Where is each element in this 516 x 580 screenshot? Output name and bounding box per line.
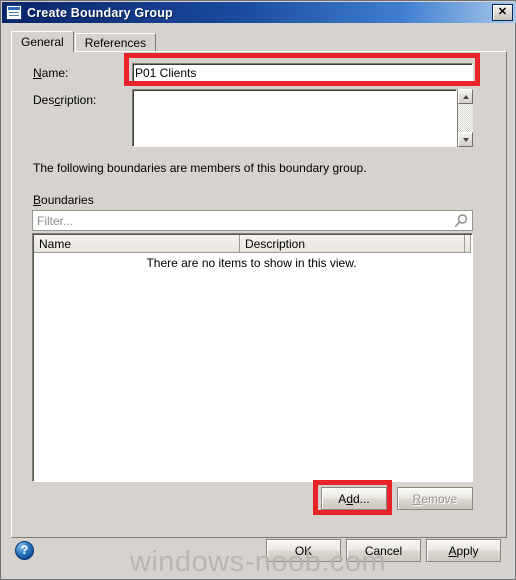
- remove-button: Remove: [397, 487, 473, 510]
- description-scrollbar[interactable]: [457, 89, 473, 147]
- remove-button-post: emove: [421, 491, 458, 506]
- column-header-name[interactable]: Name: [34, 235, 240, 253]
- tab-general-label: General: [21, 35, 64, 49]
- column-header-filler[interactable]: [465, 235, 471, 253]
- window-document-icon: [6, 5, 22, 20]
- add-button[interactable]: Ad d...: [321, 487, 387, 510]
- remove-button-accel: R: [412, 491, 422, 506]
- close-icon[interactable]: ✕: [492, 4, 513, 21]
- tab-general[interactable]: General: [11, 31, 74, 52]
- window-title: Create Boundary Group: [27, 5, 173, 20]
- help-question-icon[interactable]: ?: [15, 541, 34, 560]
- add-button-pre: A: [338, 491, 347, 506]
- instruction-text: The following boundaries are members of …: [33, 161, 367, 175]
- name-label: Name:: [33, 66, 68, 80]
- boundaries-label-accel: B: [33, 193, 42, 207]
- boundaries-group-label: Boundaries: [33, 193, 94, 207]
- description-label-pre: Des: [33, 93, 55, 107]
- boundaries-list[interactable]: Name Description There are no items to s…: [32, 233, 473, 482]
- description-label: Description:: [33, 93, 96, 107]
- filter-bar: [32, 210, 473, 231]
- column-header-description[interactable]: Description: [240, 235, 465, 253]
- description-label-post: ription:: [60, 93, 97, 107]
- tab-strip: General References: [11, 31, 507, 52]
- apply-button-accel: A: [448, 543, 457, 558]
- description-input[interactable]: [132, 89, 457, 147]
- scroll-up-icon[interactable]: [458, 89, 473, 104]
- ok-button[interactable]: OK: [266, 539, 341, 562]
- boundaries-label-text: oundaries: [41, 193, 94, 207]
- title-bar: Create Boundary Group ✕: [2, 2, 516, 23]
- description-field-wrapper: [132, 89, 473, 147]
- name-label-accel: N: [33, 66, 42, 80]
- scroll-down-icon[interactable]: [458, 132, 473, 147]
- apply-button[interactable]: Apply: [426, 539, 501, 562]
- apply-button-post: pply: [456, 543, 479, 558]
- name-label-text: ame:: [41, 66, 69, 80]
- empty-list-message: There are no items to show in this view.: [146, 256, 357, 270]
- create-boundary-group-dialog: Create Boundary Group ✕ General Referenc…: [0, 0, 516, 580]
- name-input[interactable]: [132, 63, 473, 82]
- add-button-accel: d: [346, 491, 353, 506]
- search-icon[interactable]: [450, 211, 472, 230]
- scrollbar-track[interactable]: [458, 104, 473, 132]
- tab-references-label: References: [84, 36, 147, 50]
- cancel-button[interactable]: Cancel: [346, 539, 421, 562]
- add-button-post: d...: [353, 491, 370, 506]
- tab-references[interactable]: References: [74, 33, 157, 52]
- list-header-row: Name Description: [34, 235, 471, 253]
- filter-input[interactable]: [33, 213, 450, 228]
